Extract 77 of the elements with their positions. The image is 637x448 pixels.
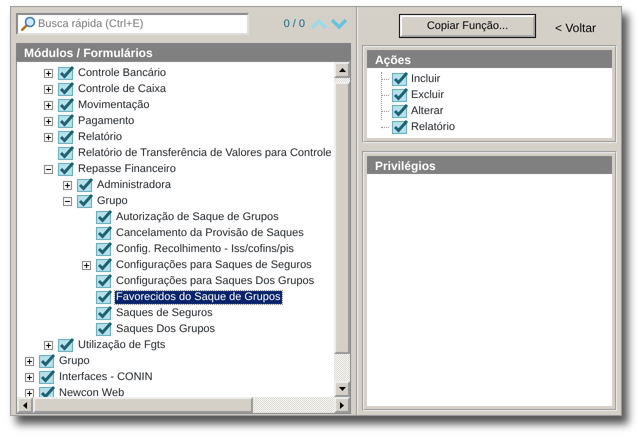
tree-item[interactable]: Grupo	[58, 354, 91, 368]
expand-icon[interactable]	[25, 372, 34, 382]
collapse-icon[interactable]	[63, 196, 72, 206]
tree-item[interactable]: Controle Bancário	[77, 66, 168, 80]
checked-checkbox[interactable]	[96, 274, 112, 288]
checked-checkbox[interactable]	[96, 306, 112, 320]
checked-checkbox[interactable]	[392, 88, 408, 102]
expand-icon[interactable]	[44, 84, 53, 94]
checked-checkbox[interactable]	[96, 210, 112, 224]
checked-checkbox[interactable]	[77, 194, 93, 208]
horizontal-scrollbar[interactable]	[17, 397, 350, 413]
search-field[interactable]: Busca rápida (Ctrl+E)	[16, 13, 249, 35]
checked-checkbox[interactable]	[77, 178, 93, 192]
action-item[interactable]: Incluir	[411, 70, 440, 88]
tree-item[interactable]: Movimentação	[77, 98, 151, 112]
copy-function-button[interactable]: Copiar Função...	[400, 15, 535, 37]
expand-icon[interactable]	[63, 180, 72, 190]
expand-icon[interactable]	[82, 260, 91, 270]
expand-icon[interactable]	[25, 388, 34, 397]
tree-item[interactable]: Favorecidos do Saque de Grupos	[115, 290, 282, 304]
scroll-right-icon	[340, 402, 344, 408]
tree-item[interactable]: Config. Recolhimento - Iss/cofins/pis	[115, 242, 295, 256]
expand-icon[interactable]	[44, 132, 53, 142]
checked-checkbox[interactable]	[58, 130, 74, 144]
checked-checkbox[interactable]	[58, 82, 74, 96]
search-icon	[20, 16, 36, 32]
tree-item[interactable]: Cancelamento da Provisão de Saques	[115, 226, 305, 240]
panel-header: Privilégios	[367, 156, 612, 174]
checked-checkbox[interactable]	[39, 354, 55, 368]
panel-header: Ações	[367, 50, 612, 68]
result-count: 0 / 0	[284, 16, 305, 32]
checked-checkbox[interactable]	[96, 226, 112, 240]
back-link[interactable]: < Voltar	[555, 19, 596, 37]
tree-item[interactable]: Grupo	[96, 194, 129, 208]
checked-checkbox[interactable]	[58, 98, 74, 112]
checked-checkbox[interactable]	[392, 72, 408, 86]
action-item[interactable]: Relatório	[411, 118, 456, 136]
tree-item[interactable]: Relatório de Transferência de Valores para Controle	[77, 146, 333, 160]
scroll-left-icon	[23, 402, 27, 408]
scroll-up-icon	[338, 68, 346, 72]
expand-icon[interactable]	[25, 356, 34, 366]
tree-item[interactable]: Saques Dos Grupos	[115, 322, 216, 336]
tree-item[interactable]: Controle de Caixa	[77, 82, 168, 96]
expand-icon[interactable]	[44, 340, 53, 350]
expand-icon[interactable]	[44, 116, 53, 126]
tree-item[interactable]: Interfaces - CONIN	[58, 370, 154, 384]
checked-checkbox[interactable]	[96, 290, 112, 304]
tree-item[interactable]: Relatório	[77, 130, 124, 144]
tree-item[interactable]: Saques de Seguros	[115, 306, 214, 320]
tree-item[interactable]: Utilização de Fgts	[77, 338, 166, 352]
checked-checkbox[interactable]	[96, 258, 112, 272]
tree-item[interactable]: Administradora	[96, 178, 172, 192]
checked-checkbox[interactable]	[58, 146, 74, 160]
tree-item[interactable]: Configurações para Saques de Seguros	[115, 258, 313, 272]
checked-checkbox[interactable]	[39, 386, 55, 397]
checked-checkbox[interactable]	[58, 338, 74, 352]
scroll-down-icon	[338, 387, 346, 391]
tree-item[interactable]: Newcon Web	[58, 386, 126, 397]
checked-checkbox[interactable]	[96, 242, 112, 256]
collapse-icon[interactable]	[44, 164, 53, 174]
action-item[interactable]: Alterar	[411, 102, 444, 120]
action-item[interactable]: Excluir	[411, 86, 444, 104]
checked-checkbox[interactable]	[392, 120, 408, 134]
tree-item[interactable]: Pagamento	[77, 114, 136, 128]
vertical-scrollbar[interactable]	[334, 62, 350, 397]
panel-header: Módulos / Formulários	[16, 43, 351, 61]
checked-checkbox[interactable]	[58, 114, 74, 128]
checked-checkbox[interactable]	[96, 322, 112, 336]
expand-icon[interactable]	[44, 100, 53, 110]
checked-checkbox[interactable]	[58, 162, 74, 176]
tree-item[interactable]: Configurações para Saques Dos Grupos	[115, 274, 316, 288]
expand-icon[interactable]	[44, 68, 53, 78]
tree-item[interactable]: Autorização de Saque de Grupos	[115, 210, 280, 224]
tree-item[interactable]: Repasse Financeiro	[77, 162, 177, 176]
checked-checkbox[interactable]	[392, 104, 408, 118]
checked-checkbox[interactable]	[58, 66, 74, 80]
checked-checkbox[interactable]	[39, 370, 55, 384]
